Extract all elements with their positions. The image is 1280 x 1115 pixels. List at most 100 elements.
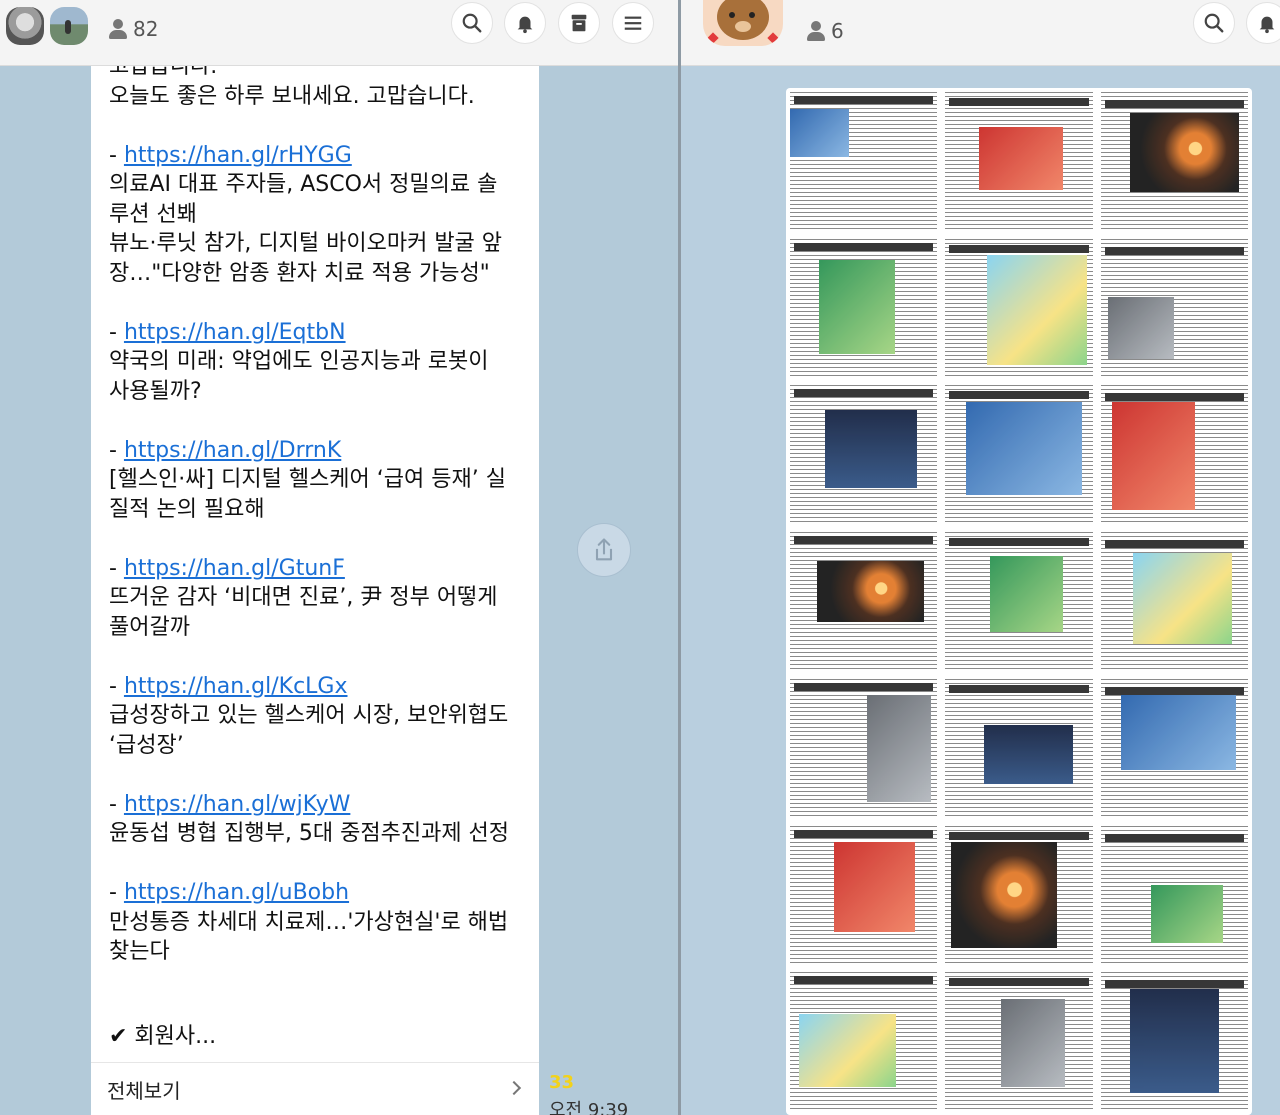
message-line: 질적 논의 필요해 [109,496,265,522]
newspaper-page [790,385,938,525]
newspaper-photo [825,410,917,489]
message-line: 윤동섭 병협 집행부, 5대 중점추진과제 선정 [109,821,510,846]
article-link-line: - https://han.gl/KcLGx [109,672,525,702]
search-icon [462,13,482,33]
link-prefix: - [109,880,124,905]
newspaper-photo [965,402,1083,495]
article-link[interactable]: https://han.gl/KcLGx [124,674,348,699]
notification-button[interactable] [504,2,546,44]
newspaper-photo [798,1013,897,1088]
search-button[interactable] [451,2,493,44]
newspaper-photo [816,561,925,623]
right-chat-header: 6 [681,0,1280,66]
archive-icon [571,14,587,32]
message-bubble[interactable]: 고맙습니다. 오늘도 좋은 하루 보내세요. 고맙습니다. - https://ha… [91,66,539,1115]
newspaper-photo [1130,988,1219,1093]
newspaper-page [945,385,1093,525]
newspaper-page [1100,825,1248,965]
view-all-button[interactable]: 전체보기 [91,1062,539,1115]
message-line: 뜨거운 감자 ‘비대면 진료’, 尹 정부 어떻게 [109,585,498,610]
newspaper-photo [1133,552,1232,645]
newspaper-photo [989,555,1064,632]
newspaper-page [790,825,938,965]
message-line: 오늘도 좋은 하루 보내세요. 고맙습니다. [109,83,475,109]
newspaper-headline [794,976,934,985]
article-link[interactable]: https://han.gl/uBobh [124,880,349,905]
newspaper-headline [1104,100,1244,108]
message-line: 약국의 미래: 약업에도 인공지능과 로봇이 [109,349,489,374]
chevron-right-icon [506,1080,522,1096]
dog-character-avatar[interactable] [703,0,783,46]
newspaper-headline [949,978,1089,987]
newspaper-page [945,532,1093,671]
member-count[interactable]: 6 [806,19,844,43]
newspaper-photo [1108,296,1175,360]
member-count-value: 82 [133,17,159,41]
message-text: 고맙습니다. 오늘도 좋은 하루 보내세요. 고맙습니다. - https://ha… [109,66,525,967]
newspaper-photo [951,842,1058,948]
newspaper-page [790,972,938,1111]
article-link-line: - https://han.gl/wjKyW [109,790,525,820]
newspaper-photo [790,108,849,158]
article-link[interactable]: https://han.gl/GtunF [124,556,345,581]
message-line: ‘급성장’ [109,732,184,758]
member-count[interactable]: 82 [108,17,158,41]
message-spacer [109,406,525,436]
newspaper-collage-image[interactable] [786,88,1252,1115]
newspaper-headline [949,391,1089,400]
article-link[interactable]: https://han.gl/wjKyW [124,792,350,817]
message-line: 풀어갈까 [109,614,190,640]
bell-icon [1259,16,1275,34]
article-link[interactable]: https://han.gl/DrrnK [124,438,341,463]
link-prefix: - [109,437,124,463]
newspaper-photo [1121,695,1237,771]
newspaper-headline [794,536,934,545]
message-spacer [109,760,525,790]
newspaper-page [945,238,1093,378]
view-all-label: 전체보기 [107,1078,181,1103]
message-spacer [109,111,525,141]
left-chat-header: 82 [0,0,678,66]
article-link[interactable]: https://han.gl/EqtbN [124,320,346,345]
newspaper-photo [983,724,1074,785]
member-note: ✔ 회원사... [109,1024,217,1049]
newspaper-photo [1150,885,1223,944]
member-count-value: 6 [831,19,844,43]
article-link[interactable]: https://han.gl/rHYGG [124,143,352,168]
profile-avatar-1[interactable] [6,7,44,45]
newspaper-headline [794,682,934,691]
search-icon [1204,13,1224,33]
newspaper-page [790,678,938,818]
newspaper-page [790,238,938,378]
notification-button[interactable] [1246,2,1280,44]
newspaper-photo [1130,112,1240,192]
newspaper-headline [1104,246,1244,255]
message-line: 장…"다양한 암종 환자 치료 적용 가능성" [109,260,490,286]
newspaper-page [945,678,1093,818]
newspaper-headline [949,831,1089,840]
share-icon [595,538,613,561]
message-line: 급성장하고 있는 헬스케어 시장, 보안위협도 [109,703,509,728]
link-prefix: - [109,673,124,699]
newspaper-photo [986,255,1087,365]
link-prefix: - [109,142,124,168]
message-spacer [109,524,525,554]
share-button[interactable] [577,523,631,577]
message-line: 찾는다 [109,939,170,964]
dog-face-icon [717,0,769,40]
newspaper-photo [979,126,1064,191]
archive-button[interactable] [558,2,600,44]
newspaper-page [1100,972,1248,1111]
profile-avatar-2[interactable] [50,7,88,45]
newspaper-page [1100,385,1248,525]
unread-count: 33 [549,1072,575,1093]
message-line: 고맙습니다. [109,66,218,79]
person-icon [806,21,826,41]
search-button[interactable] [1193,2,1235,44]
article-link-line: - https://han.gl/rHYGG [109,141,525,171]
newspaper-headline [794,389,934,398]
newspaper-page [945,825,1093,965]
article-link-line: - https://han.gl/DrrnK [109,436,525,466]
menu-button[interactable] [612,2,654,44]
newspaper-headline [794,829,934,838]
